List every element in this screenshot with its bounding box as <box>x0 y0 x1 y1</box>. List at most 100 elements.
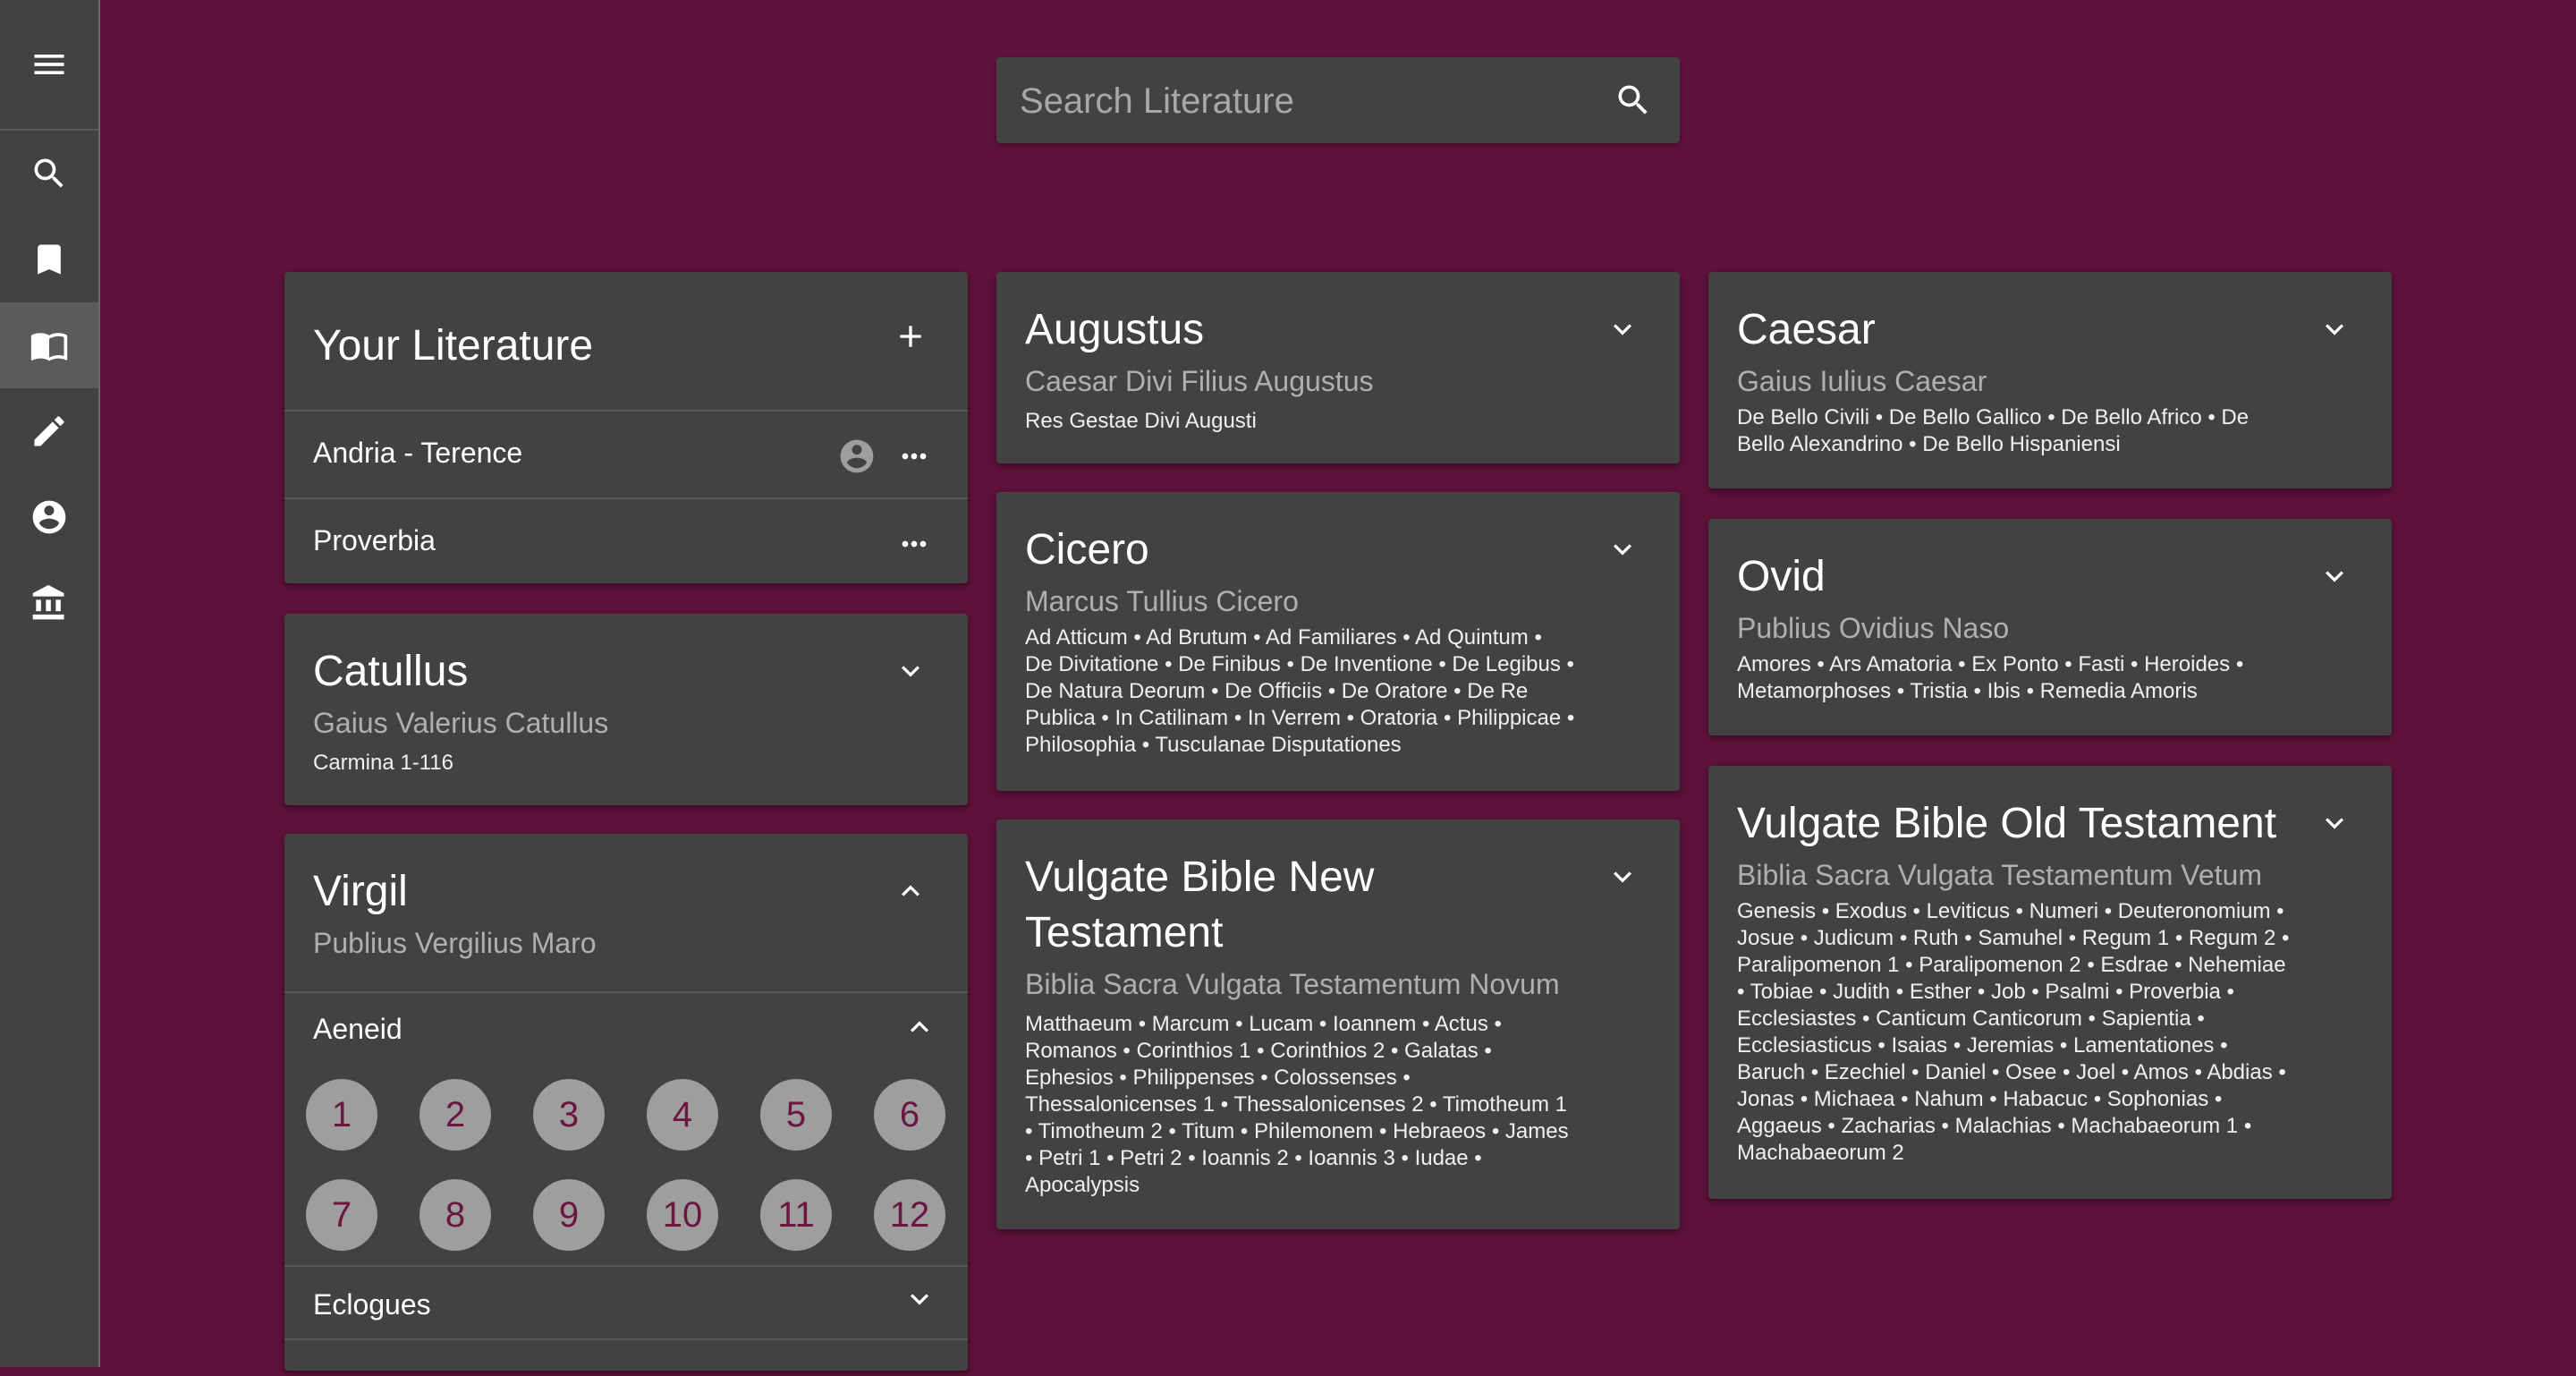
author-works: De Bello Civili • De Bello Gallico • De … <box>1737 404 2249 458</box>
expand-button[interactable] <box>1605 311 1640 347</box>
search-button[interactable] <box>1614 81 1653 120</box>
book-button[interactable]: 12 <box>874 1179 945 1251</box>
chevron-down-icon <box>2326 571 2343 582</box>
works-line: Matthaeum • Marcum • Lucam • Ioannem • A… <box>1025 1012 1502 1036</box>
works-line: Baruch • Ezechiel • Daniel • Osee • Joel… <box>1737 1060 2286 1084</box>
book-button[interactable]: 9 <box>533 1179 605 1251</box>
works-line: Bello Alexandrino • De Bello Hispaniensi <box>1737 432 2121 456</box>
sidebar-institution-button[interactable] <box>0 560 98 646</box>
book-button[interactable]: 5 <box>760 1079 832 1151</box>
card-title: Your Literature <box>313 322 594 369</box>
search-icon <box>34 158 64 188</box>
work-section-eclogues[interactable]: Eclogues <box>284 1265 968 1338</box>
author-works: Carmina 1-116 <box>313 751 453 775</box>
author-works: Genesis • Exodus • Leviticus • Numeri • … <box>1737 898 2289 1167</box>
works-line: Apocalypsis <box>1025 1173 1140 1197</box>
author-full-name: Marcus Tullius Cicero <box>1025 585 1299 617</box>
sidebar-literature-button[interactable] <box>0 302 98 388</box>
expand-button[interactable] <box>2317 805 2352 841</box>
work-section[interactable] <box>284 1338 968 1376</box>
works-line: Romanos • Corinthios 1 • Corinthios 2 • … <box>1025 1039 1492 1063</box>
works-line: • Petri 1 • Petri 2 • Ioannis 2 • Ioanni… <box>1025 1146 1482 1170</box>
works-line: Amores • Ars Amatoria • Ex Ponto • Fasti… <box>1737 652 2244 676</box>
author-card-catullus[interactable]: Catullus Gaius Valerius Catullus Carmina… <box>284 614 968 805</box>
book-button[interactable]: 11 <box>760 1179 832 1251</box>
author-full-name: Caesar Divi Filius Augustus <box>1025 365 1374 397</box>
book-open-icon <box>30 333 68 361</box>
author-full-name: Publius Ovidius Naso <box>1737 612 2010 644</box>
author-full-name: Biblia Sacra Vulgata Testamentum Vetum <box>1737 859 2262 891</box>
expand-button[interactable] <box>1605 531 1640 567</box>
author-works: Amores • Ars Amatoria • Ex Ponto • Fasti… <box>1737 651 2243 705</box>
chevron-down-icon <box>1614 544 1631 556</box>
sidebar-account-button[interactable] <box>0 474 98 560</box>
author-card-ovid[interactable]: Ovid Publius Ovidius Naso Amores • Ars A… <box>1708 519 2392 735</box>
search-input[interactable] <box>1018 57 1594 145</box>
work-section-aeneid[interactable]: Aeneid <box>284 991 968 1070</box>
works-line: Genesis • Exodus • Leviticus • Numeri • … <box>1737 899 2284 923</box>
author-name: Ovid <box>1737 553 1826 600</box>
expand-button[interactable] <box>2317 311 2352 347</box>
works-line: Jonas • Michaea • Nahum • Habacuc • Soph… <box>1737 1087 2223 1111</box>
book-button[interactable]: 6 <box>874 1079 945 1151</box>
chevron-down-icon <box>2326 324 2343 336</box>
expand-button[interactable] <box>2317 558 2352 594</box>
sidebar-search-button[interactable] <box>0 131 98 217</box>
more-options-button[interactable] <box>896 526 932 562</box>
your-literature-card: Your Literature Andria - Terence Proverb… <box>284 272 968 583</box>
literature-item[interactable]: Andria - Terence <box>284 410 968 497</box>
chevron-down-icon <box>1614 324 1631 336</box>
author-card-vulgate-nt[interactable]: Vulgate Bible New Testament Biblia Sacra… <box>996 820 1680 1229</box>
sidebar-header <box>0 0 98 131</box>
author-name: Augustus <box>1025 306 1205 353</box>
book-button[interactable]: 1 <box>306 1079 377 1151</box>
more-horizontal-icon <box>902 453 927 460</box>
works-line: Machabaeorum 2 <box>1737 1141 1904 1165</box>
chevron-up-icon <box>902 885 919 896</box>
works-line: Paralipomenon 1 • Paralipomenon 2 • Esdr… <box>1737 953 2286 977</box>
literature-item-name: Proverbia <box>313 524 436 556</box>
literature-item-name: Andria - Terence <box>313 437 523 469</box>
author-name-line: Testament <box>1025 909 1224 956</box>
chevron-down-icon <box>902 666 919 677</box>
literature-item[interactable]: Proverbia <box>284 497 968 585</box>
author-card-augustus[interactable]: Augustus Caesar Divi Filius Augustus Res… <box>996 272 1680 463</box>
add-literature-button[interactable] <box>893 319 928 354</box>
book-button[interactable]: 4 <box>647 1079 718 1151</box>
chevron-down-icon <box>911 1294 928 1305</box>
sidebar <box>0 0 100 1367</box>
chevron-up-icon <box>911 1021 928 1032</box>
more-options-button[interactable] <box>896 438 932 474</box>
sidebar-bookmarks-button[interactable] <box>0 217 98 302</box>
work-name: Eclogues <box>313 1288 431 1321</box>
sidebar-edit-button[interactable] <box>0 388 98 474</box>
works-line: Thessalonicenses 1 • Thessalonicenses 2 … <box>1025 1092 1568 1117</box>
expand-button[interactable] <box>1605 859 1640 895</box>
works-line: De Natura Deorum • De Officiis • De Orat… <box>1025 679 1529 703</box>
menu-button[interactable] <box>0 21 98 107</box>
institution-icon <box>32 584 64 620</box>
account-icon <box>837 437 877 476</box>
book-button[interactable]: 2 <box>419 1079 491 1151</box>
works-line: De Divitatione • De Finibus • De Inventi… <box>1025 652 1574 676</box>
book-button[interactable]: 10 <box>647 1179 718 1251</box>
expand-button[interactable] <box>902 1281 937 1317</box>
book-button[interactable]: 7 <box>306 1179 377 1251</box>
author-full-name: Gaius Iulius Caesar <box>1737 365 1987 397</box>
book-button[interactable]: 8 <box>419 1179 491 1251</box>
author-works: Ad Atticum • Ad Brutum • Ad Familiares •… <box>1025 624 1574 759</box>
author-name: Vulgate Bible Old Testament <box>1737 800 2277 847</box>
collapse-button[interactable] <box>893 873 928 909</box>
author-name: Virgil <box>313 868 408 915</box>
more-horizontal-icon <box>902 540 927 548</box>
book-button[interactable]: 3 <box>533 1079 605 1151</box>
works-line: Ephesios • Philippenses • Colossenses • <box>1025 1066 1411 1090</box>
author-card-vulgate-ot[interactable]: Vulgate Bible Old Testament Biblia Sacra… <box>1708 766 2392 1199</box>
works-line: Josue • Judicum • Ruth • Samuhel • Regum… <box>1737 926 2290 950</box>
collapse-button[interactable] <box>902 1009 937 1045</box>
expand-button[interactable] <box>893 653 928 689</box>
author-card-caesar[interactable]: Caesar Gaius Iulius Caesar De Bello Civi… <box>1708 272 2392 488</box>
author-name: Vulgate Bible New Testament <box>1025 850 1374 961</box>
search-icon <box>1618 85 1648 115</box>
author-card-cicero[interactable]: Cicero Marcus Tullius Cicero Ad Atticum … <box>996 492 1680 791</box>
